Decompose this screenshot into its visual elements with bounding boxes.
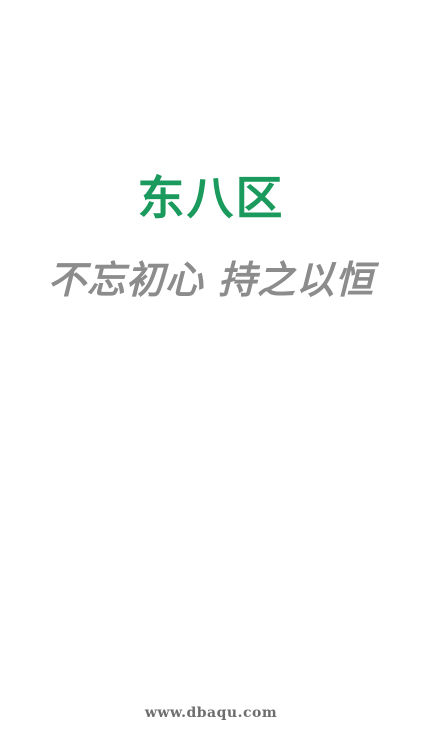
slogan-text: 不忘初心 持之以恒 xyxy=(47,257,375,302)
splash-screen: 东八区 不忘初心 持之以恒 www.dbaqu.com xyxy=(0,0,422,750)
website-url: www.dbaqu.com xyxy=(144,705,278,721)
app-logo: 东八区 xyxy=(137,171,285,225)
